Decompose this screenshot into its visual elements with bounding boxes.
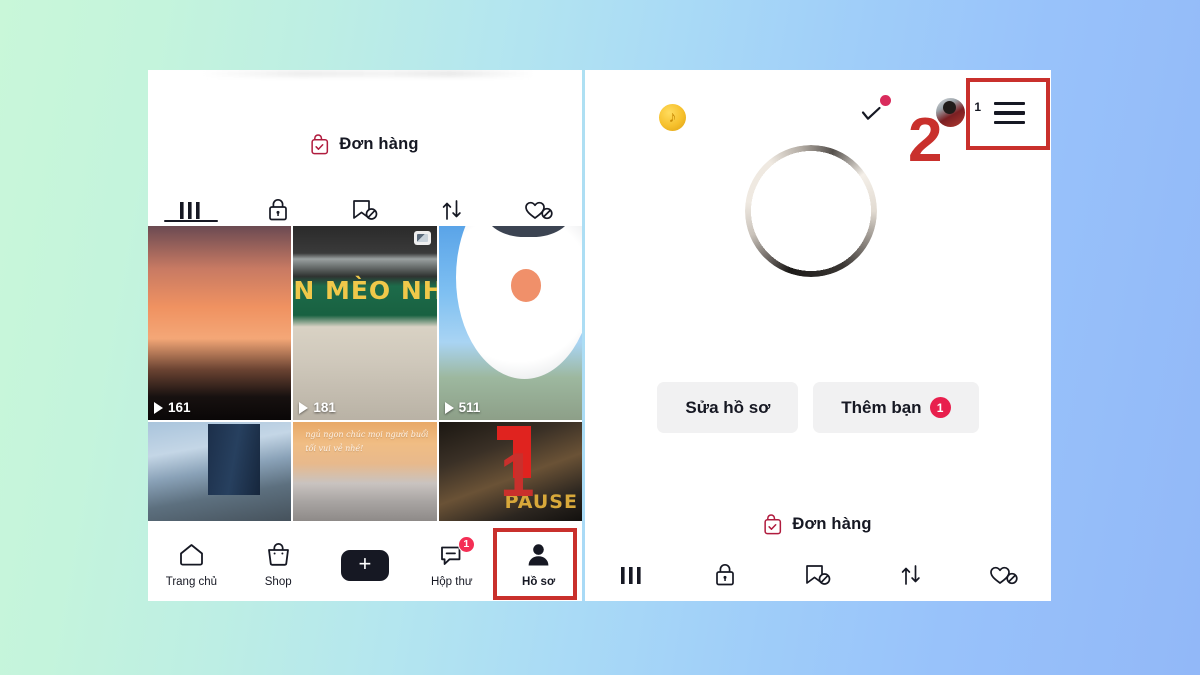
add-friends-label: Thêm bạn xyxy=(841,397,922,417)
multi-photo-icon xyxy=(413,231,431,245)
nav-inbox-label: Hộp thư xyxy=(430,575,473,588)
profile-avatar-ring[interactable] xyxy=(745,145,877,277)
thumb-sign-text: N MÈO NHỎ xyxy=(293,276,437,305)
view-count: 511 xyxy=(458,400,481,415)
grid-icon xyxy=(180,202,200,219)
shopping-bag-check-icon xyxy=(311,134,329,155)
avatar-count-label: 1 xyxy=(974,100,981,114)
bookmark-hidden-icon xyxy=(353,200,378,220)
nav-shop[interactable]: Shop xyxy=(235,529,322,601)
check-icon xyxy=(861,106,881,120)
view-count: 161 xyxy=(168,400,191,415)
view-count: 181 xyxy=(313,400,336,415)
order-entry-right[interactable]: Đơn hàng xyxy=(585,514,1051,535)
thumb-handwriting: ngủ ngon chúc mọi người buổi tối vui vẻ … xyxy=(305,430,429,453)
left-phone-screen: Đơn hàng 161 N MÈO NH 181 511 ngủ ngon c… xyxy=(148,70,582,601)
sidebar-item-videos-right[interactable] xyxy=(585,543,678,587)
edit-profile-label: Sửa hồ sơ xyxy=(685,397,771,417)
tiktok-coin-icon[interactable]: ♪ xyxy=(659,104,686,131)
shop-icon-wrap xyxy=(266,542,291,572)
view-count-wrap: 511 xyxy=(444,400,481,415)
video-thumb[interactable] xyxy=(148,422,292,521)
sidebar-item-liked-left[interactable] xyxy=(495,178,582,222)
avatar-head xyxy=(943,101,956,114)
balloon-eye xyxy=(486,226,572,237)
blurred-header-band xyxy=(203,70,533,77)
sidebar-item-videos-left[interactable] xyxy=(148,178,235,222)
video-thumb[interactable]: 511 xyxy=(438,226,582,420)
sidebar-item-saved-right[interactable] xyxy=(771,543,864,587)
balloon-cheek xyxy=(510,269,542,302)
view-count-wrap: 181 xyxy=(299,400,336,415)
nav-create[interactable]: + xyxy=(322,529,409,601)
video-thumb[interactable]: ngủ ngon chúc mọi người buổi tối vui vẻ … xyxy=(293,422,437,521)
order-entry-label-right: Đơn hàng xyxy=(792,515,872,533)
add-friends-button[interactable]: Thêm bạn 1 xyxy=(813,382,979,433)
video-thumb[interactable]: N MÈO NHỎ 181 xyxy=(293,226,437,420)
sidebar-item-private-left[interactable] xyxy=(235,178,322,222)
inbox-icon-wrap: 1 xyxy=(439,535,475,572)
sidebar-item-private-right[interactable] xyxy=(678,543,771,587)
building-shape xyxy=(208,423,260,496)
edit-profile-button[interactable]: Sửa hồ sơ xyxy=(657,382,799,433)
sidebar-item-saved-left[interactable] xyxy=(322,178,409,222)
home-icon xyxy=(179,544,203,566)
heart-hidden-icon xyxy=(990,566,1019,585)
sidebar-item-reposts-left[interactable] xyxy=(408,178,495,222)
active-tab-underline xyxy=(164,219,219,222)
order-entry-left[interactable]: Đơn hàng xyxy=(148,134,582,155)
annotation-number-1: 1 xyxy=(500,441,535,510)
nav-profile[interactable]: Hồ sơ xyxy=(495,529,582,601)
bookmark-hidden-icon xyxy=(806,565,831,585)
video-thumb[interactable]: 161 xyxy=(148,226,292,420)
shopping-bag-check-icon xyxy=(764,514,782,535)
profile-tabs-left xyxy=(148,178,582,222)
nav-shop-label: Shop xyxy=(264,576,292,588)
order-entry-label-left: Đơn hàng xyxy=(339,135,419,153)
repost-arrows-icon xyxy=(442,200,461,220)
profile-tabs-right xyxy=(585,543,1051,587)
grid-icon xyxy=(620,567,641,584)
inbox-badge: 1 xyxy=(457,535,475,553)
profile-icon-wrap xyxy=(526,542,551,572)
nav-profile-label: Hồ sơ xyxy=(522,576,556,588)
play-icon xyxy=(299,401,309,414)
view-count-wrap: 161 xyxy=(154,400,191,415)
profile-actions: Sửa hồ sơ Thêm bạn 1 xyxy=(585,382,1051,433)
sidebar-item-reposts-right[interactable] xyxy=(865,543,958,587)
add-friends-badge: 1 xyxy=(929,397,951,418)
play-icon xyxy=(444,401,454,414)
sidebar-item-liked-right[interactable] xyxy=(958,543,1051,587)
balloon-figure xyxy=(455,226,582,380)
create-button[interactable]: + xyxy=(335,549,394,581)
lock-icon xyxy=(715,564,734,586)
lock-icon xyxy=(269,199,288,221)
play-icon xyxy=(154,401,163,414)
plus-icon: + xyxy=(358,551,372,576)
nav-inbox[interactable]: 1 Hộp thư xyxy=(408,529,495,601)
right-phone-screen: ♪ 1 Sửa hồ sơ Thêm bạn 1 Đơn hàng xyxy=(585,70,1051,601)
annotation-number-2: 2 xyxy=(908,106,943,175)
notification-dot xyxy=(880,95,891,106)
home-icon-wrap xyxy=(178,542,205,572)
hamburger-menu-icon[interactable] xyxy=(994,102,1025,124)
repost-arrows-icon xyxy=(901,565,920,585)
person-icon xyxy=(528,544,549,566)
shop-bag-icon xyxy=(267,543,289,566)
nav-home[interactable]: Trang chủ xyxy=(148,529,235,601)
check-icon-wrap[interactable] xyxy=(860,95,891,127)
heart-hidden-icon xyxy=(524,201,553,220)
bottom-navigation-left: Trang chủ Shop + 1 Hộp thư Hồ sơ xyxy=(148,529,582,601)
nav-home-label: Trang chủ xyxy=(165,576,218,588)
